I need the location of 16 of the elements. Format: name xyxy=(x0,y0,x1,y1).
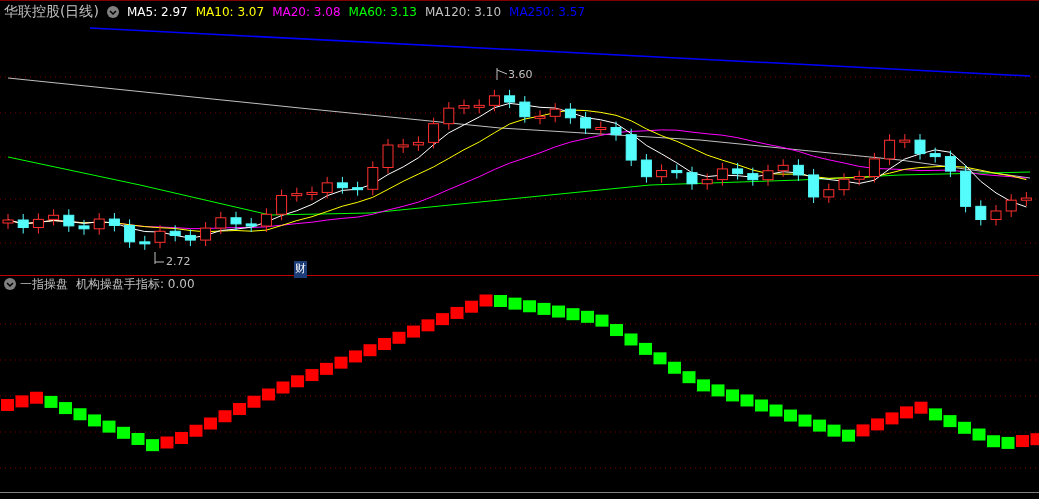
ma-legend-item: MA20: 3.08 xyxy=(272,3,341,21)
ma-legend-item: MA10: 3.07 xyxy=(195,3,265,21)
ma-legend-item: MA250: 3.57 xyxy=(509,3,586,21)
collapse-icon[interactable] xyxy=(4,278,16,290)
indicator-reading: 机构操盘手指标: 0.00 xyxy=(76,276,195,293)
low-price-label: 2.72 xyxy=(166,254,191,270)
collapse-icon[interactable] xyxy=(106,5,119,18)
chart-title: 华联控股(日线) xyxy=(4,2,99,21)
ma-legend-item: MA60: 3.13 xyxy=(348,3,417,21)
ma-legend-item: MA120: 3.10 xyxy=(425,3,502,21)
indicator-name: 一指操盘 xyxy=(20,276,68,293)
finance-badge[interactable]: 财 xyxy=(294,261,307,278)
leader-line xyxy=(496,67,508,81)
ma-legend-item: MA5: 2.97 xyxy=(126,3,188,21)
leader-line xyxy=(154,251,165,265)
high-price-label: 3.60 xyxy=(508,67,533,83)
